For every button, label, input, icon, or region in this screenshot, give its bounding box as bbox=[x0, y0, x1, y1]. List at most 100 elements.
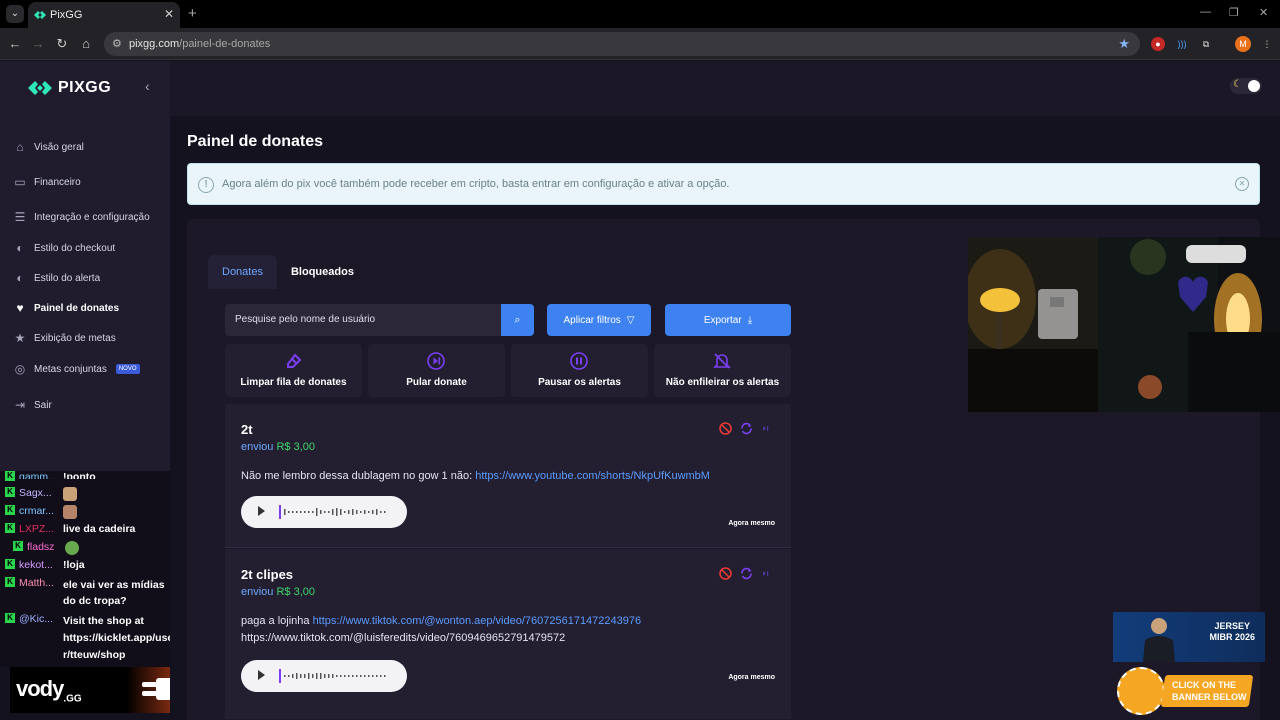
sidebar-item-label: Sair bbox=[34, 399, 52, 411]
emote-icon bbox=[63, 505, 77, 519]
tab-search-button[interactable]: ⌄ bbox=[6, 5, 24, 23]
sidebar-item-label: Exibição de metas bbox=[34, 332, 116, 344]
toggle-knob bbox=[1248, 80, 1260, 92]
donor-name: 2t clipes bbox=[241, 567, 294, 582]
sidebar-item-estilo-alerta[interactable]: ◐ Estilo do alerta bbox=[13, 263, 163, 293]
filter-icon: ▽ bbox=[626, 314, 635, 326]
maximize-icon[interactable]: ❐ bbox=[1229, 6, 1239, 19]
kick-badge-icon: K bbox=[5, 505, 15, 515]
skip-small-icon[interactable] bbox=[761, 567, 771, 580]
minimize-icon[interactable]: — bbox=[1200, 6, 1211, 18]
message-line-2: https://www.tiktok.com/@luisferedits/vid… bbox=[241, 632, 566, 644]
block-icon[interactable] bbox=[719, 567, 732, 580]
site-info-icon[interactable]: ⚙ bbox=[112, 37, 122, 50]
message-link[interactable]: https://www.tiktok.com/@wonton.aep/video… bbox=[313, 615, 642, 627]
profile-avatar[interactable]: M bbox=[1235, 36, 1251, 52]
export-button[interactable]: Exportar ⤓ bbox=[665, 304, 791, 336]
sidebar-nav: ⌂ Visão geral ▭ Financeiro ☰ Integração … bbox=[13, 131, 163, 425]
bookmark-star-icon[interactable]: ★ bbox=[1118, 36, 1130, 52]
search-button[interactable]: ⌕ bbox=[501, 304, 534, 336]
reload-icon[interactable]: ↻ bbox=[53, 35, 71, 53]
info-alert: ! Agora além do pix você também pode rec… bbox=[187, 163, 1260, 205]
sidebar-item-financeiro[interactable]: ▭ Financeiro bbox=[13, 163, 163, 201]
sidebar-item-label: Painel de donates bbox=[34, 302, 120, 314]
donor-name: 2t bbox=[241, 422, 253, 437]
skip-donate-button[interactable]: Pular donate bbox=[368, 344, 505, 397]
play-icon[interactable] bbox=[258, 670, 265, 680]
action-label: Pausar os alertas bbox=[538, 377, 621, 388]
tab-donates[interactable]: Donates bbox=[208, 255, 277, 289]
sidebar-item-painel-donates[interactable]: ♥ Painel de donates bbox=[13, 293, 163, 323]
no-queue-alerts-button[interactable]: Não enfileirar os alertas bbox=[654, 344, 791, 397]
pixgg-logo[interactable]: PIXGG bbox=[28, 78, 111, 98]
chat-message: K @Kic... Visit the shop at https://kickl… bbox=[5, 613, 173, 664]
back-icon[interactable]: ← bbox=[6, 35, 24, 53]
palette-icon: ◐ bbox=[16, 241, 24, 255]
palette-icon: ◐ bbox=[16, 271, 24, 285]
sidebar-item-metas-conjuntas[interactable]: ◎ Metas conjuntas NOVO bbox=[13, 353, 163, 385]
skip-small-icon[interactable] bbox=[761, 422, 771, 435]
brand-name: PIXGG bbox=[58, 79, 112, 96]
replay-icon[interactable] bbox=[740, 422, 753, 435]
tab-close-icon[interactable]: ✕ bbox=[164, 7, 174, 21]
chat-username: LXPZ... bbox=[19, 523, 55, 535]
message-link[interactable]: https://www.youtube.com/shorts/NkpUfKuwm… bbox=[475, 470, 710, 482]
clear-queue-button[interactable]: Limpar fila de donates bbox=[225, 344, 362, 397]
address-bar[interactable]: ⚙ pixgg.com/painel-de-donates ★ bbox=[104, 32, 1140, 56]
sidebar-item-label: Estilo do alerta bbox=[34, 272, 101, 284]
pause-alerts-button[interactable]: Pausar os alertas bbox=[511, 344, 648, 397]
browser-tab[interactable]: PixGG ✕ bbox=[28, 2, 180, 28]
browser-menu-icon[interactable]: ⋮ bbox=[1260, 37, 1274, 51]
audio-player[interactable] bbox=[241, 660, 407, 692]
search-icon: ⌕ bbox=[514, 314, 521, 326]
donation-message: paga a lojinha https://www.tiktok.com/@w… bbox=[241, 615, 642, 644]
sidebar-item-estilo-checkout[interactable]: ◐ Estilo do checkout bbox=[13, 233, 163, 263]
moon-icon: ☾ bbox=[1233, 79, 1242, 90]
sidebar-item-integracao[interactable]: ☰ Integração e configuração bbox=[13, 201, 163, 233]
kick-badge-icon: K bbox=[5, 559, 15, 569]
search-input[interactable]: Pesquise pelo nome de usuário bbox=[225, 304, 501, 336]
theme-toggle[interactable]: ☾ bbox=[1230, 78, 1262, 94]
chat-username: @Kic... bbox=[19, 613, 53, 625]
sidebar: PIXGG ‹ ⌂ Visão geral ▭ Financeiro ☰ Int… bbox=[0, 61, 170, 471]
sidebar-item-label: Estilo do checkout bbox=[34, 242, 116, 254]
close-icon[interactable]: ✕ bbox=[1235, 177, 1249, 191]
kick-badge-icon: K bbox=[5, 523, 15, 533]
play-icon[interactable] bbox=[258, 506, 265, 516]
chat-message: K gamm... !ponto bbox=[5, 471, 96, 481]
hand-heart-icon: ♥ bbox=[16, 301, 24, 315]
replay-icon[interactable] bbox=[740, 567, 753, 580]
sidebar-item-exibicao-metas[interactable]: ★ Exibição de metas bbox=[13, 323, 163, 353]
new-tab-icon[interactable]: + bbox=[188, 5, 197, 22]
sidebar-item-visao-geral[interactable]: ⌂ Visão geral bbox=[13, 131, 163, 163]
apply-filters-button[interactable]: Aplicar filtros ▽ bbox=[547, 304, 651, 336]
chat-username: Sagx... bbox=[19, 487, 52, 499]
cast-extension-icon[interactable]: ))) bbox=[1175, 37, 1189, 51]
block-icon[interactable] bbox=[719, 422, 732, 435]
audio-player[interactable] bbox=[241, 496, 407, 528]
skip-icon bbox=[427, 352, 445, 370]
donation-amount: enviou R$ 3,00 bbox=[241, 441, 316, 453]
export-label: Exportar bbox=[703, 314, 742, 326]
chat-message: K LXPZ... live da cadeira bbox=[5, 523, 135, 535]
home-icon: ⌂ bbox=[16, 140, 24, 154]
emote-icon bbox=[63, 487, 77, 501]
forward-icon[interactable]: → bbox=[29, 35, 47, 53]
donation-controls bbox=[719, 422, 771, 435]
close-window-icon[interactable]: ✕ bbox=[1259, 6, 1268, 19]
chat-message: K crmar... bbox=[5, 505, 77, 519]
waveform bbox=[279, 669, 386, 683]
home-button-icon[interactable]: ⌂ bbox=[77, 35, 95, 53]
jersey-ad-banner[interactable]: JERSEY MIBR 2026 bbox=[1113, 612, 1265, 662]
extensions-puzzle-icon[interactable]: ⧉ bbox=[1199, 37, 1213, 51]
extension-icon[interactable]: ● bbox=[1151, 37, 1165, 51]
chat-username: fladsz bbox=[27, 541, 55, 553]
sidebar-item-sair[interactable]: ⇥ Sair bbox=[13, 385, 163, 425]
donation-controls bbox=[719, 567, 771, 580]
collapse-sidebar-icon[interactable]: ‹ bbox=[145, 78, 150, 94]
alert-text: Agora além do pix você também pode receb… bbox=[222, 178, 730, 190]
tab-bloqueados[interactable]: Bloqueados bbox=[277, 255, 368, 289]
donation-card: 2t clipes enviou R$ 3,00 paga a lojinha … bbox=[225, 549, 791, 719]
apply-filters-label: Aplicar filtros bbox=[563, 314, 621, 326]
search-placeholder: Pesquise pelo nome de usuário bbox=[235, 314, 376, 325]
